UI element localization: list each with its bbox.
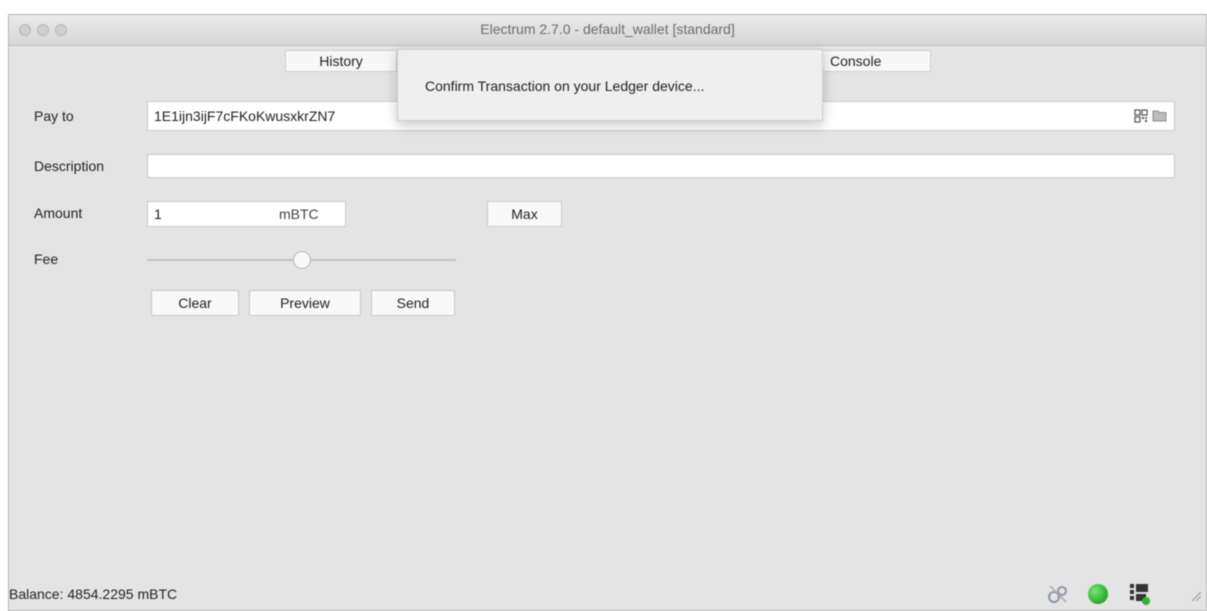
- amount-input[interactable]: 1 mBTC: [147, 201, 346, 227]
- amount-label: Amount: [34, 205, 83, 221]
- electrum-window: Electrum 2.7.0 - default_wallet [standar…: [8, 14, 1207, 611]
- preferences-icon[interactable]: [1047, 583, 1069, 605]
- resize-grip-icon[interactable]: [1190, 590, 1202, 602]
- amount-value: 1: [154, 206, 162, 222]
- description-label: Description: [34, 158, 105, 174]
- network-status-icon[interactable]: [1088, 584, 1108, 604]
- description-input[interactable]: [147, 154, 1175, 178]
- preview-button[interactable]: Preview: [249, 290, 361, 316]
- pay-to-label: Pay to: [34, 108, 74, 124]
- tab-console[interactable]: Console: [819, 50, 931, 72]
- send-button[interactable]: Send: [371, 290, 455, 316]
- folder-icon[interactable]: [1152, 109, 1167, 122]
- fee-label: Fee: [34, 251, 59, 267]
- title-bar: Electrum 2.7.0 - default_wallet [standar…: [9, 15, 1206, 46]
- tab-history[interactable]: History: [285, 50, 397, 72]
- fee-slider-handle[interactable]: [292, 251, 311, 269]
- seed-icon[interactable]: [1129, 582, 1151, 606]
- max-button[interactable]: Max: [487, 201, 562, 227]
- status-bar: Balance: 4854.2295 mBTC: [9, 578, 1206, 610]
- clear-button[interactable]: Clear: [151, 290, 239, 316]
- pay-to-value: 1E1ijn3ijF7cFKoKwusxkrZN7: [154, 108, 336, 124]
- balance-label: Balance: 4854.2295 mBTC: [9, 586, 178, 602]
- qr-code-icon[interactable]: [1134, 109, 1148, 123]
- ledger-confirm-popup: Confirm Transaction on your Ledger devic…: [397, 49, 823, 121]
- amount-unit: mBTC: [279, 206, 319, 222]
- window-title: Electrum 2.7.0 - default_wallet [standar…: [480, 21, 735, 37]
- popup-message: Confirm Transaction on your Ledger devic…: [425, 78, 705, 94]
